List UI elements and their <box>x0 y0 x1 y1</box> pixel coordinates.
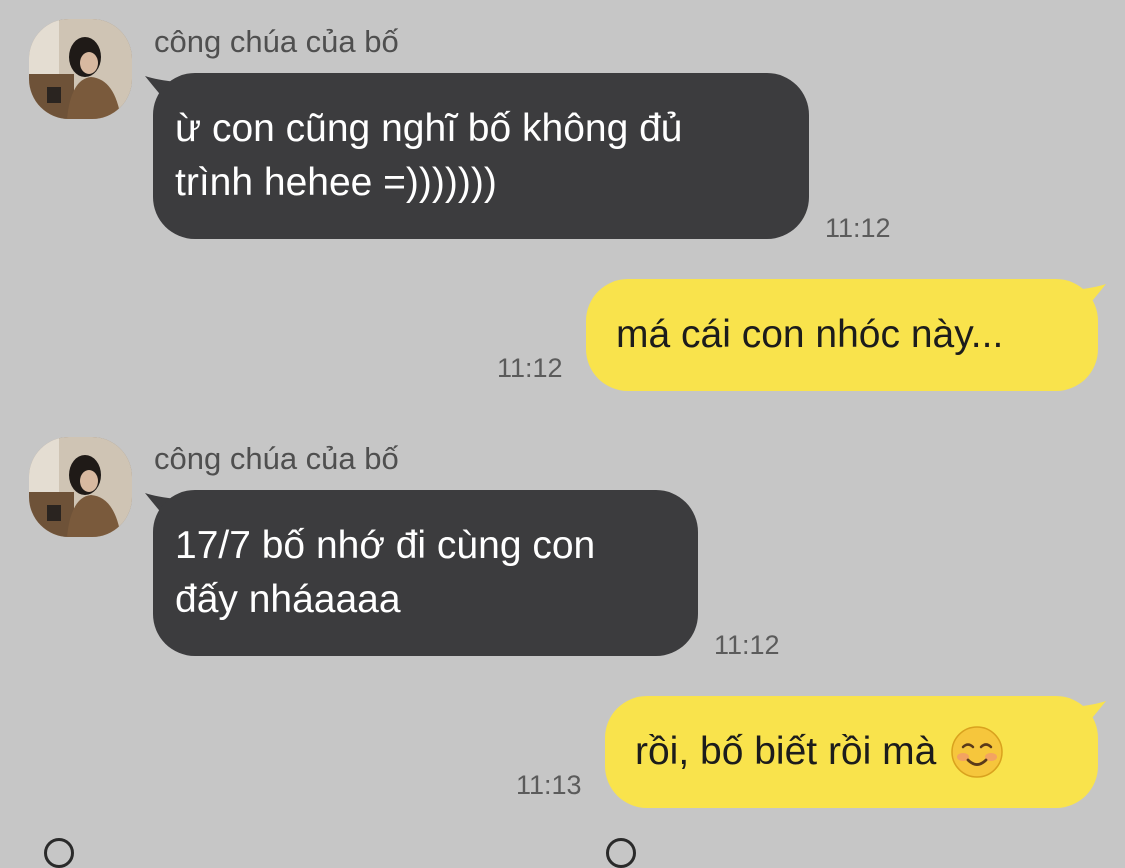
message-text-line: đấy nháaaaa <box>175 578 401 621</box>
message-time: 11:12 <box>825 213 891 243</box>
message-text: rồi, bố biết rồi mà <box>635 730 937 773</box>
outgoing-message-bubble[interactable]: rồi, bố biết rồi mà <box>605 696 1098 808</box>
incoming-message-bubble[interactable]: ừ con cũng nghĩ bố không đủ trình hehee … <box>153 73 809 239</box>
message-text-line: ừ con cũng nghĩ bố không đủ <box>175 107 683 150</box>
avatar[interactable] <box>29 19 132 119</box>
next-message-edge <box>606 838 636 868</box>
smiling-face-icon <box>951 726 1004 778</box>
avatar-photo <box>29 437 132 537</box>
next-avatar-edge <box>44 838 74 868</box>
sender-name: công chúa của bố <box>154 24 399 59</box>
sender-name: công chúa của bố <box>154 441 399 476</box>
message-time: 11:13 <box>516 770 582 800</box>
message-time: 11:12 <box>497 353 563 383</box>
message-text-line: trình hehee =))))))) <box>175 161 497 204</box>
incoming-message-bubble[interactable]: 17/7 bố nhớ đi cùng con đấy nháaaaa <box>153 490 698 656</box>
bubble-tail <box>1074 284 1106 322</box>
bubble-tail <box>1074 701 1106 739</box>
message-time: 11:12 <box>714 630 780 660</box>
outgoing-message-bubble[interactable]: má cái con nhóc này... <box>586 279 1098 391</box>
avatar[interactable] <box>29 437 132 537</box>
avatar-photo <box>29 19 132 119</box>
message-text: má cái con nhóc này... <box>616 313 1004 356</box>
message-text-line: 17/7 bố nhớ đi cùng con <box>175 524 596 567</box>
